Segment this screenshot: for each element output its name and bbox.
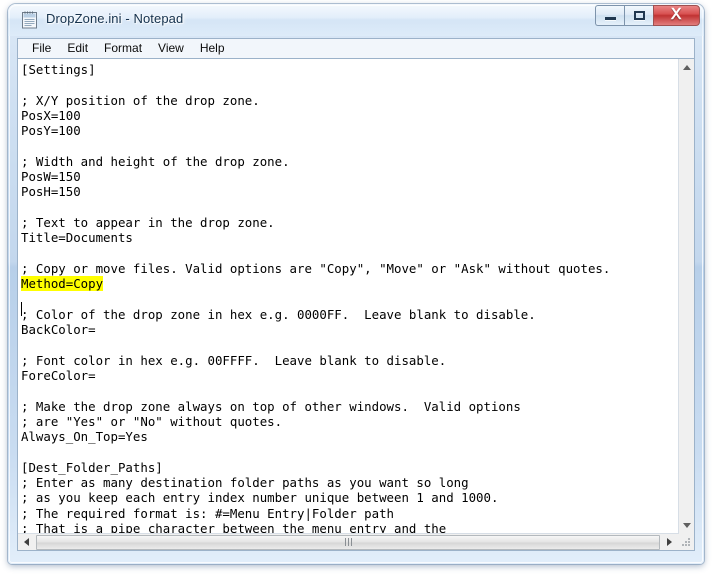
editor-line: ; Make the drop zone always on top of ot… — [21, 398, 521, 414]
text-caret — [21, 302, 22, 316]
resize-grip-dots-icon — [682, 538, 691, 547]
triangle-up-icon — [683, 65, 691, 70]
close-icon: 𝖷 — [671, 7, 682, 23]
editor-line: ; Enter as many destination folder paths… — [21, 475, 469, 491]
horizontal-scroll-thumb[interactable] — [36, 534, 660, 550]
scroll-thumb-grip-icon — [344, 538, 352, 546]
window-title: DropZone.ini - Notepad — [46, 11, 184, 26]
menu-item-edit[interactable]: Edit — [59, 39, 96, 58]
editor-line: Method=Copy — [21, 276, 678, 292]
editor-line: PosW=150 — [21, 169, 81, 185]
notepad-document-icon — [22, 11, 38, 29]
menubar: File Edit Format View Help — [17, 38, 695, 58]
maximize-button[interactable] — [624, 5, 653, 26]
triangle-right-icon — [667, 538, 672, 546]
editor-line: ; Color of the drop zone in hex e.g. 000… — [21, 306, 536, 322]
editor-line: Title=Documents — [21, 230, 133, 246]
maximize-icon — [633, 11, 645, 20]
menu-item-view[interactable]: View — [150, 39, 192, 58]
editor-line: BackColor= — [21, 322, 96, 338]
editor-line: [Settings] — [21, 62, 96, 77]
scroll-down-button[interactable] — [679, 517, 694, 534]
horizontal-scrollbar[interactable] — [18, 533, 678, 550]
text-editor[interactable]: [Settings] ; X/Y position of the drop zo… — [18, 59, 678, 534]
editor-line: ; Width and height of the drop zone. — [21, 153, 290, 169]
editor-line: PosY=100 — [21, 123, 81, 139]
scroll-left-button[interactable] — [18, 534, 35, 550]
vertical-scrollbar[interactable] — [678, 59, 694, 534]
editor-line: PosX=100 — [21, 107, 81, 123]
notepad-window: DropZone.ini - Notepad 𝖷 File Edit Format V… — [8, 4, 704, 564]
minimize-button[interactable] — [595, 5, 624, 26]
resize-grip[interactable] — [678, 534, 694, 550]
window-controls: 𝖷 — [595, 5, 700, 27]
menu-item-file[interactable]: File — [24, 39, 59, 58]
scroll-up-button[interactable] — [679, 59, 694, 76]
editor-line: ; The required format is: #=Menu Entry|F… — [21, 505, 394, 521]
editor-line: ; X/Y position of the drop zone. — [21, 92, 260, 108]
menu-item-help[interactable]: Help — [192, 39, 233, 58]
editor-line: ; Copy or move files. Valid options are … — [21, 260, 611, 276]
editor-line: ForeColor= — [21, 367, 96, 383]
editor-line: Always_On_Top=Yes — [21, 429, 148, 445]
triangle-left-icon — [24, 538, 29, 546]
editor-line: PosH=150 — [21, 184, 81, 200]
titlebar[interactable]: DropZone.ini - Notepad 𝖷 — [8, 4, 704, 36]
scroll-right-button[interactable] — [661, 534, 678, 550]
editor-line: ; Text to appear in the drop zone. — [21, 214, 275, 230]
editor-line: ; as you keep each entry index number un… — [21, 490, 499, 506]
highlighted-text: Method=Copy — [21, 276, 104, 292]
desktop-backdrop: DropZone.ini - Notepad 𝖷 File Edit Format V… — [0, 0, 712, 576]
triangle-down-icon — [683, 523, 691, 528]
editor-line: ; Font color in hex e.g. 00FFFF. Leave b… — [21, 352, 447, 368]
editor-line: ; are "Yes" or "No" without quotes. — [21, 413, 283, 429]
editor-line: [Dest_Folder_Paths] — [21, 459, 163, 475]
menu-item-format[interactable]: Format — [96, 39, 150, 58]
minimize-icon — [604, 16, 616, 20]
close-button[interactable]: 𝖷 — [653, 5, 700, 26]
editor-client-area: [Settings] ; X/Y position of the drop zo… — [17, 58, 695, 551]
